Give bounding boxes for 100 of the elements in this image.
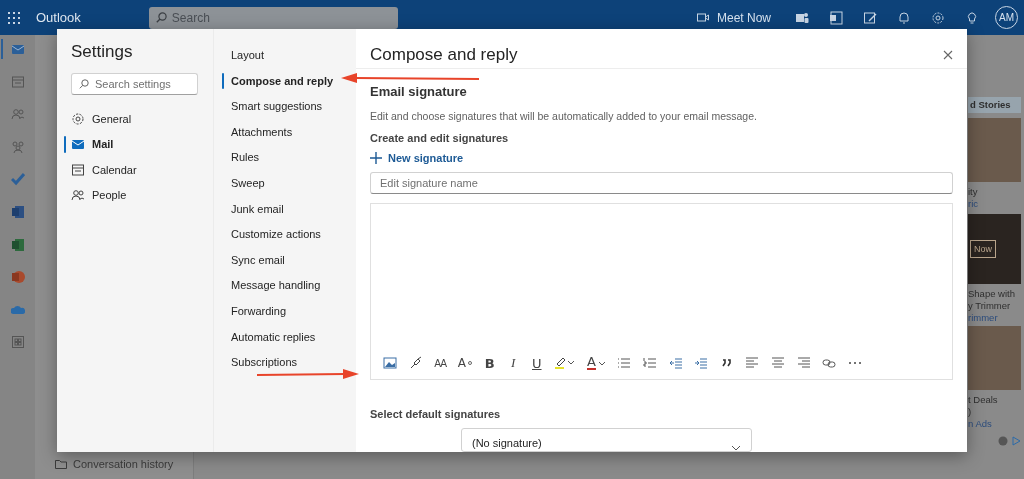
superscript-circle-icon: [468, 361, 472, 365]
apps-icon: [10, 335, 25, 350]
settings-subcategory[interactable]: Message handling: [222, 277, 321, 294]
align-right-icon: [796, 356, 811, 370]
font-size-button[interactable]: AA: [434, 355, 447, 371]
calendar-icon: [71, 162, 85, 177]
app-launcher-icon: [8, 11, 20, 24]
video-camera-icon: [696, 13, 709, 22]
watch-now-button[interactable]: Now: [970, 240, 996, 258]
note-edit-button[interactable]: [863, 10, 877, 25]
settings-category[interactable]: Calendar: [71, 162, 199, 177]
subsection-title: Create and edit signatures: [370, 132, 510, 144]
ad-text: ): [968, 406, 973, 418]
section-title: Email signature: [370, 84, 468, 100]
category-label: General: [92, 112, 132, 125]
signature-name-field[interactable]: Edit signature name: [370, 172, 953, 194]
format-painter-button[interactable]: [408, 355, 423, 371]
ad-text: ity: [968, 186, 979, 198]
bell-button[interactable]: [897, 10, 911, 25]
italic-button[interactable]: I: [507, 355, 520, 371]
photo-placeholder[interactable]: [968, 326, 1021, 390]
ad-text: y Trimmer: [968, 300, 1012, 312]
close-icon: [943, 50, 953, 60]
office-app-button[interactable]: [829, 10, 843, 25]
search-icon: [79, 79, 89, 89]
settings-category[interactable]: General: [71, 111, 199, 126]
settings-subcategory[interactable]: Compose and reply: [222, 72, 334, 89]
settings-subcategory[interactable]: Subscriptions: [222, 354, 298, 371]
settings-subcategory[interactable]: Rules: [222, 149, 260, 166]
ad-text: n Ads: [968, 418, 993, 430]
app-name: Outlook: [36, 10, 81, 25]
bullet-list-icon: [617, 356, 632, 370]
signature-dropdown[interactable]: (No signature): [461, 428, 752, 452]
settings-subcategory[interactable]: Customize actions: [222, 226, 321, 243]
panel-title: Compose and reply: [370, 46, 518, 64]
align-left-button[interactable]: [745, 355, 760, 371]
signature-editor[interactable]: AA A B I U A: [370, 203, 953, 380]
insert-picture-button[interactable]: [383, 355, 397, 371]
section-description: Edit and choose signatures that will be automatically added to your email message.: [370, 110, 758, 122]
superscript-button[interactable]: A: [457, 355, 472, 371]
people-icon: [10, 107, 25, 122]
highlight-button[interactable]: [554, 355, 576, 371]
todo-icon: [10, 172, 25, 187]
groups-icon: [10, 139, 25, 154]
caret-icon: [597, 360, 606, 366]
powerpoint-icon: [10, 270, 25, 285]
settings-subcategory[interactable]: Automatic replies: [222, 328, 316, 345]
ad-text: rimmer: [968, 312, 999, 324]
align-left-icon: [745, 356, 760, 370]
brush-icon: [408, 356, 423, 370]
ad-header: d Stories: [968, 97, 1021, 113]
plus-icon: [370, 152, 382, 164]
image-icon: [383, 356, 397, 370]
category-label: Mail: [92, 138, 114, 150]
search-settings-field[interactable]: Search settings: [71, 73, 198, 95]
link-icon: [822, 356, 837, 370]
search-icon: [155, 12, 167, 23]
video-thumbnail[interactable]: Now: [968, 214, 1021, 284]
photo-placeholder[interactable]: [968, 118, 1021, 182]
settings-subcategory[interactable]: Smart suggestions: [222, 98, 323, 115]
align-right-button[interactable]: [796, 355, 811, 371]
settings-category[interactable]: People: [71, 187, 199, 203]
indent-icon: [694, 356, 709, 370]
align-center-button[interactable]: [771, 355, 786, 371]
note-edit-icon: [863, 10, 877, 25]
underline-button[interactable]: U: [530, 355, 543, 371]
ad-text: t Deals: [968, 394, 999, 406]
settings-subcategory[interactable]: Sweep: [222, 174, 265, 191]
settings-button[interactable]: [931, 10, 945, 25]
lightbulb-icon: [965, 10, 979, 25]
settings-category[interactable]: Mail: [71, 136, 199, 152]
numbered-list-button[interactable]: [643, 355, 658, 371]
teams-button[interactable]: [795, 10, 809, 25]
settings-subcategory[interactable]: Junk email: [222, 200, 284, 217]
settings-subcategory[interactable]: Forwarding: [222, 302, 287, 319]
mail-icon: [71, 137, 85, 151]
numbered-list-icon: [643, 356, 658, 370]
ad-text: Shape with: [968, 288, 1016, 300]
settings-subcategory[interactable]: Sync email: [222, 251, 285, 268]
settings-subcategory[interactable]: Layout: [222, 47, 265, 63]
bold-button[interactable]: B: [483, 355, 496, 371]
highlighter-caret-icon: [554, 356, 576, 370]
settings-subcategory[interactable]: Attachments: [222, 123, 293, 140]
teams-icon: [795, 10, 809, 25]
close-button[interactable]: [943, 50, 953, 60]
ad-text: ric: [968, 198, 980, 210]
ad-choices-icon: [1012, 436, 1021, 446]
meet-now-button[interactable]: Meet Now: [696, 10, 771, 25]
decrease-indent-button[interactable]: [668, 355, 683, 371]
calendar-icon: [10, 74, 25, 89]
people-icon: [71, 188, 85, 202]
folder-icon: [55, 459, 67, 469]
word-icon: [10, 204, 25, 219]
increase-indent-button[interactable]: [694, 355, 709, 371]
bullet-list-button[interactable]: [617, 355, 632, 371]
new-signature-button[interactable]: New signature: [370, 152, 464, 164]
excel-icon: [10, 237, 25, 252]
font-color-button[interactable]: A: [586, 355, 606, 371]
mail-icon: [10, 42, 25, 56]
lightbulb-button[interactable]: [965, 10, 979, 25]
